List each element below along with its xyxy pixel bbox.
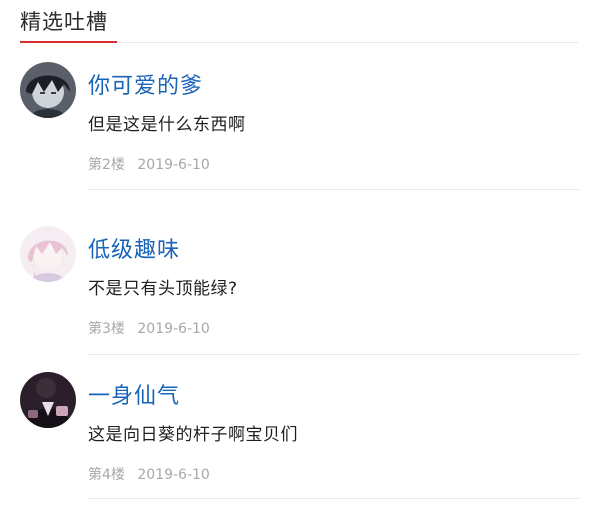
comment-date: 2019-6-10	[137, 467, 210, 483]
avatar-suit-icon[interactable]	[20, 372, 76, 428]
comment-meta: 第3楼 2019-6-10	[88, 318, 210, 338]
comment-date: 2019-6-10	[137, 157, 210, 173]
section-title: 精选吐槽	[20, 10, 108, 34]
username-link[interactable]: 一身仙气	[88, 378, 180, 410]
floor-number: 第3楼	[88, 321, 125, 337]
comment-text: 不是只有头顶能绿?	[88, 279, 238, 299]
comment-text: 但是这是什么东西啊	[88, 115, 246, 135]
username-link[interactable]: 低级趣味	[88, 232, 180, 264]
divider	[88, 189, 579, 190]
comment-meta: 第4楼 2019-6-10	[88, 464, 210, 484]
divider	[88, 498, 579, 499]
comments-panel: 精选吐槽 你可爱的爹 但是这是什么东西啊 第2楼 2019-6-10 低级趣味 …	[0, 0, 600, 520]
comment-date: 2019-6-10	[137, 321, 210, 337]
comment-text: 这是向日葵的杆子啊宝贝们	[88, 425, 298, 445]
section-title-underline	[20, 41, 117, 43]
divider	[88, 354, 579, 355]
section-header: 精选吐槽	[20, 0, 578, 43]
avatar-pink-hair-icon[interactable]	[20, 226, 76, 282]
avatar-dark-hair-icon[interactable]	[20, 62, 76, 118]
floor-number: 第2楼	[88, 157, 125, 173]
comment-meta: 第2楼 2019-6-10	[88, 154, 210, 174]
floor-number: 第4楼	[88, 467, 125, 483]
username-link[interactable]: 你可爱的爹	[88, 68, 203, 100]
